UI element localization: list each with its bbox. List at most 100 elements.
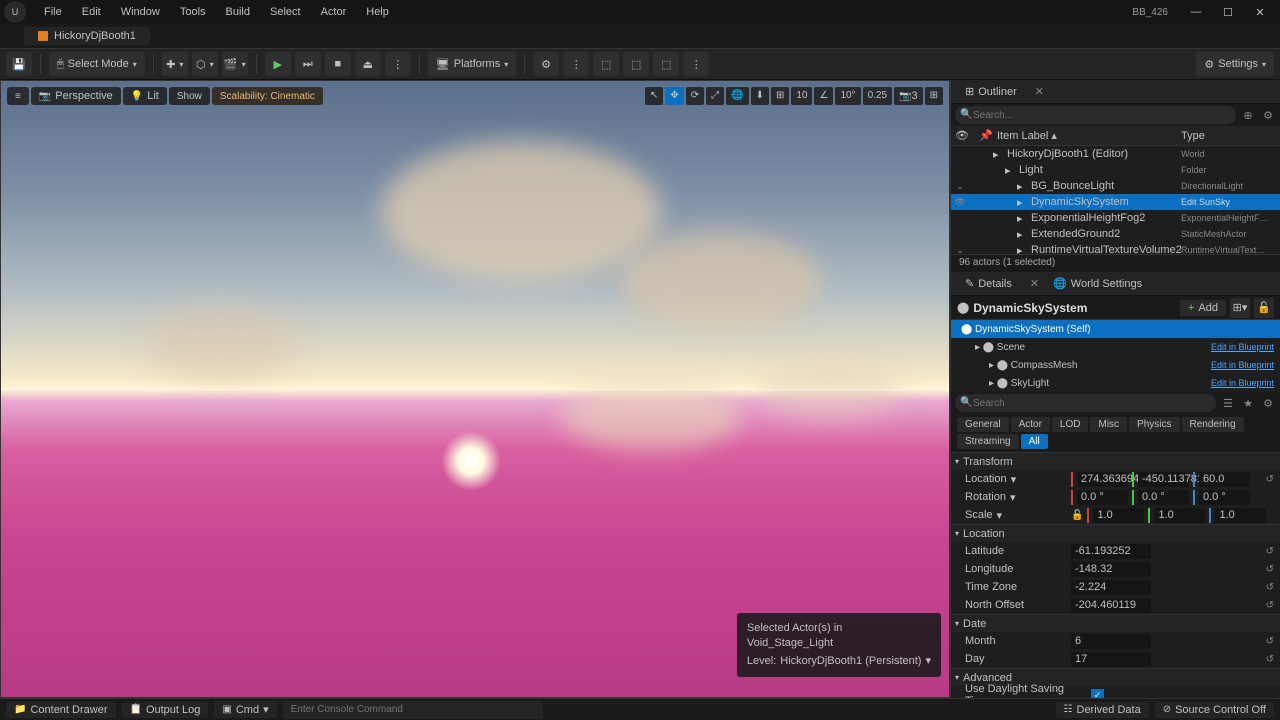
details-favorite[interactable]: ★: [1240, 395, 1256, 411]
filter-rendering[interactable]: Rendering: [1182, 417, 1244, 432]
eject-button[interactable]: ⏏: [355, 52, 381, 76]
outliner-row[interactable]: ⌄▸RuntimeVirtualTextureVolume2RuntimeVir…: [951, 242, 1280, 254]
viewport-maximize[interactable]: ⊞: [925, 87, 943, 105]
details-close[interactable]: ✕: [1030, 277, 1039, 290]
outliner-row[interactable]: ⌄▸BG_BounceLightDirectionalLight: [951, 178, 1280, 194]
outliner-row[interactable]: ▸ExponentialHeightFog2ExponentialHeightF…: [951, 210, 1280, 226]
scale-lock[interactable]: 🔓: [1071, 510, 1083, 521]
window-minimize[interactable]: —: [1180, 2, 1212, 22]
viewport-lit[interactable]: 💡 Lit: [123, 87, 167, 105]
prop-value[interactable]: -2.224: [1071, 580, 1151, 595]
tool4-more[interactable]: ⋮: [683, 52, 709, 76]
play-options-button[interactable]: ⋮: [385, 52, 411, 76]
ue-logo[interactable]: U: [4, 1, 26, 23]
add-content-button[interactable]: ✚▾: [162, 52, 188, 76]
date-section[interactable]: ▾Date: [951, 614, 1280, 632]
pinned-column[interactable]: 📌: [979, 129, 991, 142]
prop-reset[interactable]: ↺: [1266, 600, 1274, 611]
output-log-button[interactable]: 📋 Output Log: [122, 702, 209, 718]
grid-snap[interactable]: ⊞: [771, 87, 789, 105]
component-row[interactable]: ▸ ⬤ SkyLightEdit in Blueprint: [951, 374, 1280, 392]
scale-x[interactable]: 1.0: [1093, 508, 1144, 523]
prop-reset[interactable]: ↺: [1266, 636, 1274, 647]
world-settings-tab[interactable]: 🌐 World Settings: [1045, 274, 1150, 293]
menu-build[interactable]: Build: [216, 3, 260, 21]
filter-physics[interactable]: Physics: [1129, 417, 1179, 432]
viewport-show[interactable]: Show: [169, 87, 210, 105]
menu-help[interactable]: Help: [356, 3, 399, 21]
dst-checkbox[interactable]: ✓: [1091, 689, 1104, 699]
step-button[interactable]: ⏭: [295, 52, 321, 76]
settings-button[interactable]: ⚙ Settings▾: [1196, 52, 1274, 76]
cinematics-button[interactable]: 🎬▾: [222, 52, 248, 76]
outliner-row[interactable]: ▸HickoryDjBooth1 (Editor)World: [951, 146, 1280, 162]
menu-actor[interactable]: Actor: [311, 3, 357, 21]
outliner-close[interactable]: ✕: [1035, 85, 1044, 98]
transform-translate[interactable]: ✥: [665, 87, 683, 105]
filter-misc[interactable]: Misc: [1090, 417, 1127, 432]
filter-general[interactable]: General: [957, 417, 1009, 432]
prop-reset[interactable]: ↺: [1266, 654, 1274, 665]
outliner-add-folder[interactable]: ⊕: [1240, 107, 1256, 123]
outliner-tree[interactable]: ▸HickoryDjBooth1 (Editor)World▸LightFold…: [951, 146, 1280, 254]
details-filter[interactable]: ☰: [1220, 395, 1236, 411]
filter-actor[interactable]: Actor: [1011, 417, 1050, 432]
outliner-row[interactable]: ▸LightFolder: [951, 162, 1280, 178]
play-button[interactable]: ▶: [265, 52, 291, 76]
stop-button[interactable]: ■: [325, 52, 351, 76]
tool3-button[interactable]: ⬚: [623, 52, 649, 76]
transform-rotate[interactable]: ⟳: [686, 87, 704, 105]
location-reset[interactable]: ↺: [1266, 474, 1274, 485]
source-control-button[interactable]: ⊘ Source Control Off: [1155, 702, 1274, 718]
viewport-perspective[interactable]: 📷 Perspective: [31, 87, 121, 105]
prop-value[interactable]: -204.460119: [1071, 598, 1151, 613]
menu-tools[interactable]: Tools: [170, 3, 216, 21]
menu-select[interactable]: Select: [260, 3, 311, 21]
tool4-button[interactable]: ⬚: [653, 52, 679, 76]
details-tab[interactable]: ✎ Details: [957, 274, 1020, 293]
outliner-row[interactable]: ▸ExtendedGround2StaticMeshActor: [951, 226, 1280, 242]
scale-z[interactable]: 1.0: [1215, 508, 1266, 523]
location-section[interactable]: ▾Location: [951, 524, 1280, 542]
component-row[interactable]: ▸ ⬤ CompassMeshEdit in Blueprint: [951, 356, 1280, 374]
prop-value[interactable]: 6: [1071, 634, 1151, 649]
menu-edit[interactable]: Edit: [72, 3, 111, 21]
prop-reset[interactable]: ↺: [1266, 564, 1274, 575]
level-tab[interactable]: HickoryDjBooth1: [24, 27, 150, 45]
type-column[interactable]: Type: [1181, 130, 1276, 142]
overlay-level-chevron[interactable]: ▾: [925, 654, 931, 669]
details-settings[interactable]: ⚙: [1260, 395, 1276, 411]
filter-lod[interactable]: LOD: [1052, 417, 1089, 432]
viewport-scalability[interactable]: Scalability: Cinematic: [212, 87, 323, 105]
save-button[interactable]: 💾: [6, 52, 32, 76]
platforms-button[interactable]: 🖥 Platforms▾: [428, 52, 516, 76]
location-z[interactable]: 60.0: [1199, 472, 1250, 487]
scale-y[interactable]: 1.0: [1154, 508, 1205, 523]
outliner-tab[interactable]: ⊞ Outliner: [957, 82, 1025, 101]
viewport-options[interactable]: ≡: [7, 87, 29, 105]
outliner-settings[interactable]: ⚙: [1260, 107, 1276, 123]
console-input[interactable]: [283, 701, 543, 719]
prop-reset[interactable]: ↺: [1266, 546, 1274, 557]
menu-window[interactable]: Window: [111, 3, 170, 21]
outliner-search-input[interactable]: [955, 106, 1236, 124]
cmd-button[interactable]: ▣ Cmd ▾: [214, 701, 276, 718]
details-search-input[interactable]: [955, 394, 1216, 412]
surface-snap[interactable]: ⬇: [751, 87, 769, 105]
angle-snap[interactable]: ∠: [814, 87, 833, 105]
details-browse[interactable]: ⊞▾: [1230, 298, 1250, 318]
rotation-x[interactable]: 0.0 °: [1077, 490, 1128, 505]
component-row[interactable]: ▸ ⬤ SceneEdit in Blueprint: [951, 338, 1280, 356]
grid-snap-value[interactable]: 10: [791, 87, 812, 105]
angle-snap-value[interactable]: 10°: [835, 87, 860, 105]
details-properties[interactable]: ▾Transform Location ▾ 274.363694 -450.11…: [951, 452, 1280, 698]
outliner-row[interactable]: 👁▸DynamicSkySystemEdit SunSky: [951, 194, 1280, 210]
tool2-button[interactable]: ⬚: [593, 52, 619, 76]
derived-data-button[interactable]: ☷ Derived Data: [1056, 702, 1149, 718]
scale-snap-value[interactable]: 0.25: [863, 87, 892, 105]
transform-scale[interactable]: ⤢: [706, 87, 724, 105]
rotation-y[interactable]: 0.0 °: [1138, 490, 1189, 505]
location-x[interactable]: 274.363694: [1077, 472, 1128, 487]
transform-select[interactable]: ↖: [645, 87, 663, 105]
filter-streaming[interactable]: Streaming: [957, 434, 1019, 449]
